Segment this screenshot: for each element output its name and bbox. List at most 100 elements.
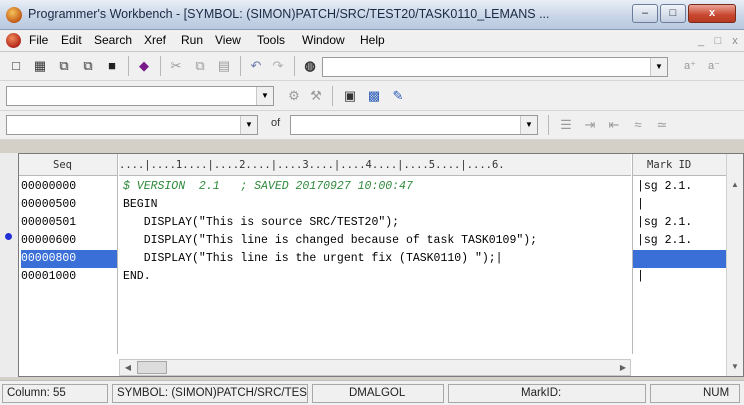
mark-id-status: MarkID: — [448, 384, 646, 403]
uncomment-icon[interactable]: ≃ — [652, 115, 672, 135]
menu-run[interactable]: Run — [181, 33, 203, 47]
scroll-down-icon[interactable]: ▼ — [727, 358, 743, 375]
code-line[interactable]: $ VERSION 2.1 ; SAVED 20170927 10:00:47 — [123, 178, 413, 196]
code-line[interactable]: DISPLAY("This line is changed because of… — [123, 232, 537, 250]
menu-file[interactable]: File — [29, 33, 48, 47]
seq-number[interactable]: 00000600 — [21, 232, 117, 250]
seq-number-selected[interactable]: 00000800 — [21, 250, 117, 268]
vertical-scrollbar[interactable]: ▲ ▼ — [726, 154, 743, 376]
menu-view[interactable]: View — [215, 33, 241, 47]
toolbar-separator — [294, 56, 295, 76]
save-icon[interactable]: ■ — [102, 56, 122, 76]
menu-bar: File Edit Search Xref Run View Tools Win… — [0, 30, 744, 52]
mdi-minimize-button[interactable]: _ — [693, 33, 709, 49]
editor-gutter[interactable] — [0, 153, 18, 377]
mark-id-header: Mark ID — [632, 154, 726, 176]
procedure-combo[interactable]: ▼ — [290, 115, 538, 135]
menu-xref[interactable]: Xref — [144, 33, 166, 47]
mark-id: |sg 2.1. — [637, 180, 693, 193]
search-combo[interactable]: ▼ — [322, 57, 668, 77]
mdi-restore-button[interactable]: □ — [710, 33, 726, 49]
mark-id: |sg 2.1. — [637, 216, 693, 229]
scroll-left-icon[interactable]: ◀ — [120, 359, 136, 376]
seq-number[interactable]: 00000501 — [21, 214, 117, 232]
chevron-down-icon[interactable]: ▼ — [520, 116, 537, 134]
close-button[interactable]: x — [688, 4, 736, 23]
minimize-button[interactable]: – — [632, 4, 658, 23]
column-status: Column: 55 — [2, 384, 108, 403]
standard-toolbar: □ ▦ ⧉ ⧉ ■ ◆ ✂ ⧉ ▤ ↶ ↷ ◍ ▼ a⁺ a⁻ — [0, 52, 744, 81]
zoom-in-button[interactable]: a⁺ — [680, 56, 700, 76]
copy-icon[interactable]: ⧉ — [190, 56, 210, 76]
code-line[interactable]: END. — [123, 268, 151, 286]
code-area[interactable]: $ VERSION 2.1 ; SAVED 20170927 10:00:47 … — [119, 176, 631, 354]
scroll-up-icon[interactable]: ▲ — [727, 176, 743, 193]
menu-window[interactable]: Window — [302, 33, 345, 47]
chevron-down-icon[interactable]: ▼ — [256, 87, 273, 105]
new-file-icon[interactable]: □ — [6, 56, 26, 76]
tools-icon[interactable]: ⚒ — [306, 86, 326, 106]
window-title: Programmer's Workbench - [SYMBOL: (SIMON… — [28, 7, 550, 21]
mark-id: | — [637, 198, 644, 211]
code-line[interactable]: BEGIN — [123, 196, 158, 214]
menu-tools[interactable]: Tools — [257, 33, 285, 47]
mark-id: | — [637, 270, 644, 283]
symbol-status: SYMBOL: (SIMON)PATCH/SRC/TEST20/T/ — [112, 384, 308, 403]
chevron-down-icon[interactable]: ▼ — [650, 58, 667, 76]
outdent-icon[interactable]: ⇤ — [604, 115, 624, 135]
undo-icon[interactable]: ↶ — [246, 56, 266, 76]
document-list-icon[interactable]: ▣ — [340, 86, 360, 106]
cut-icon[interactable]: ✂ — [166, 56, 186, 76]
mdi-close-button[interactable]: x — [727, 33, 743, 49]
settings-icon[interactable]: ⚙ — [284, 86, 304, 106]
edit-pen-icon[interactable]: ✎ — [388, 86, 408, 106]
toolbar-separator — [160, 56, 161, 76]
duplicate-file-icon[interactable]: ⧉ — [78, 56, 98, 76]
menu-help[interactable]: Help — [360, 33, 385, 47]
scroll-thumb[interactable] — [137, 361, 167, 374]
of-label: of — [271, 117, 281, 129]
toolbar-separator — [240, 56, 241, 76]
code-line[interactable]: DISPLAY("This is source SRC/TEST20"); — [123, 214, 399, 232]
redo-icon[interactable]: ↷ — [268, 56, 288, 76]
scroll-right-icon[interactable]: ▶ — [615, 359, 631, 376]
mark-id: |sg 2.1. — [637, 234, 693, 247]
app-icon — [6, 7, 22, 23]
menu-edit[interactable]: Edit — [61, 33, 82, 47]
status-bar: Column: 55 SYMBOL: (SIMON)PATCH/SRC/TEST… — [0, 380, 744, 405]
menu-search[interactable]: Search — [94, 33, 132, 47]
editor-pane[interactable]: Seq ....|....1....|....2....|....3....|.… — [18, 153, 744, 377]
seq-number[interactable]: 00001000 — [21, 268, 117, 286]
project-toolbar: ▼ ⚙ ⚒ ▣ ▩ ✎ — [0, 81, 744, 111]
navigation-toolbar: ▼ ▼ ☰ ⇥ ⇤ ≈ ≃ — [0, 111, 744, 140]
copy-file-icon[interactable]: ⧉ — [54, 56, 74, 76]
chevron-down-icon[interactable]: ▼ — [240, 116, 257, 134]
document-icon[interactable] — [6, 33, 21, 48]
breakpoint-icon[interactable] — [5, 233, 12, 240]
horizontal-scrollbar[interactable]: ◀ ▶ — [119, 359, 631, 376]
paste-icon[interactable]: ▤ — [214, 56, 234, 76]
language-status: DMALGOL — [312, 384, 444, 403]
indent-icon[interactable]: ⇥ — [580, 115, 600, 135]
title-bar: Programmer's Workbench - [SYMBOL: (SIMON… — [0, 0, 744, 30]
symbol-combo[interactable]: ▼ — [6, 115, 258, 135]
mark-id-selected — [633, 250, 727, 268]
outline-icon[interactable]: ☰ — [556, 115, 576, 135]
seq-number[interactable]: 00000500 — [21, 196, 117, 214]
monitor-icon[interactable]: ▩ — [364, 86, 384, 106]
maximize-button[interactable]: □ — [660, 4, 686, 23]
zoom-out-button[interactable]: a⁻ — [704, 56, 724, 76]
gutter-band — [0, 153, 18, 377]
toolbar-separator — [128, 56, 129, 76]
comment-icon[interactable]: ≈ — [628, 115, 648, 135]
seq-header: Seq — [19, 154, 118, 176]
compile-icon[interactable]: ◆ — [134, 56, 154, 76]
mark-id-column: |sg 2.1. | |sg 2.1. |sg 2.1. | — [632, 176, 727, 354]
code-line-current[interactable]: DISPLAY("This line is the urgent fix (TA… — [123, 250, 503, 268]
find-icon[interactable]: ◍ — [300, 56, 320, 76]
seq-number[interactable]: 00000000 — [21, 178, 117, 196]
toolbar-separator — [548, 115, 549, 135]
open-file-icon[interactable]: ▦ — [30, 56, 50, 76]
project-combo[interactable]: ▼ — [6, 86, 274, 106]
toolbar-separator — [332, 86, 333, 106]
